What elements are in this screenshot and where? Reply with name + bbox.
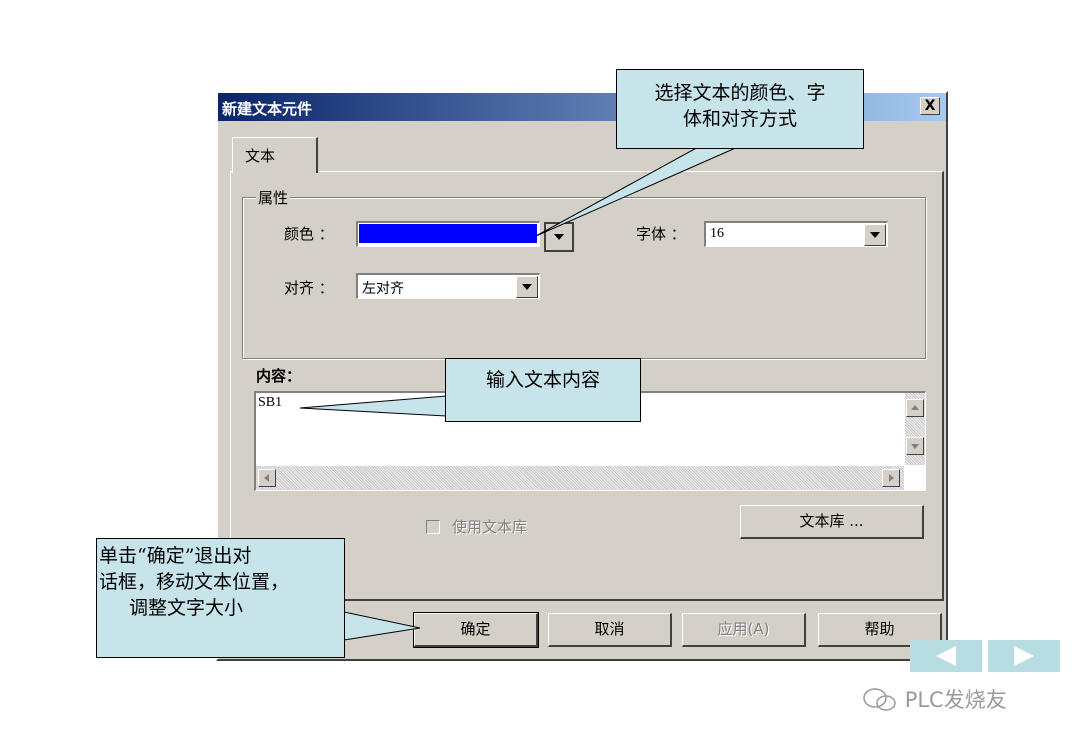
dialog-title: 新建文本元件: [222, 100, 313, 118]
font-dropdown-button[interactable]: [864, 224, 886, 246]
properties-group-label: 属性: [256, 187, 291, 208]
align-label: 对齐 ：: [284, 279, 334, 297]
use-library-checkbox[interactable]: [426, 520, 440, 534]
wechat-logo-icon: [863, 688, 896, 711]
apply-button[interactable]: 应用(A): [682, 613, 806, 647]
scroll-right-button[interactable]: [882, 469, 900, 487]
font-select-value: 16: [710, 226, 724, 241]
ok-button[interactable]: 确定: [413, 612, 539, 648]
chevron-down-icon: [554, 234, 564, 240]
watermark-text: PLC发烧友: [904, 688, 1007, 712]
style-callout-line1: 选择文本的颜色、字: [654, 82, 826, 104]
arrow-down-icon: [911, 444, 919, 449]
vertical-scrollbar[interactable]: [905, 393, 925, 465]
content-text: SB1: [258, 395, 283, 410]
close-icon: X: [924, 98, 936, 114]
horizontal-scrollbar[interactable]: [256, 466, 904, 490]
color-picker[interactable]: [356, 221, 540, 247]
color-label: 颜色 ：: [284, 225, 334, 243]
apply-button-label: 应用(A): [717, 620, 770, 638]
close-button[interactable]: X: [920, 97, 940, 115]
tab-text[interactable]: 文本: [232, 137, 318, 173]
style-callout-line2: 体和对齐方式: [682, 108, 797, 130]
next-slide-button[interactable]: [988, 640, 1060, 672]
content-callout-text: 输入文本内容: [485, 369, 600, 391]
content-label: 内容：: [256, 367, 302, 385]
font-label: 字体 ：: [636, 225, 686, 243]
align-dropdown-button[interactable]: [516, 276, 538, 298]
scroll-left-button[interactable]: [258, 469, 276, 487]
align-select[interactable]: 左对齐: [356, 273, 540, 299]
chevron-down-icon: [522, 284, 532, 290]
confirm-callout: 单击“确定”退出对 话框，移动文本位置， 调整文字大小: [96, 538, 345, 658]
arrow-up-icon: [911, 405, 919, 410]
cancel-button[interactable]: 取消: [548, 613, 672, 647]
style-callout: 选择文本的颜色、字 体和对齐方式: [616, 69, 864, 149]
text-library-button-label: 文本库 ...: [799, 512, 864, 530]
previous-slide-button[interactable]: [910, 640, 982, 672]
font-select[interactable]: 16: [704, 221, 888, 247]
triangle-right-icon: [1014, 646, 1034, 666]
triangle-left-icon: [936, 646, 956, 666]
confirm-callout-line3: 调整文字大小: [129, 597, 244, 619]
content-callout: 输入文本内容: [445, 358, 641, 422]
tab-text-label: 文本: [245, 147, 276, 165]
ok-button-label: 确定: [460, 620, 491, 638]
arrow-right-icon: [889, 474, 894, 482]
scroll-up-button[interactable]: [906, 399, 924, 417]
use-library-label: 使用文本库: [452, 518, 528, 536]
text-library-button[interactable]: 文本库 ...: [740, 505, 924, 539]
help-button-label: 帮助: [864, 620, 895, 638]
color-swatch: [359, 224, 537, 243]
scroll-down-button[interactable]: [906, 437, 924, 455]
cancel-button-label: 取消: [594, 620, 625, 638]
watermark: PLC发烧友: [862, 684, 1007, 714]
color-dropdown-button[interactable]: [544, 222, 574, 252]
align-select-value: 左对齐: [362, 281, 404, 297]
confirm-callout-line1: 单击“确定”退出对: [99, 545, 252, 567]
confirm-callout-line2: 话框，移动文本位置，: [99, 571, 290, 593]
chevron-down-icon: [870, 232, 880, 238]
arrow-left-icon: [264, 474, 269, 482]
